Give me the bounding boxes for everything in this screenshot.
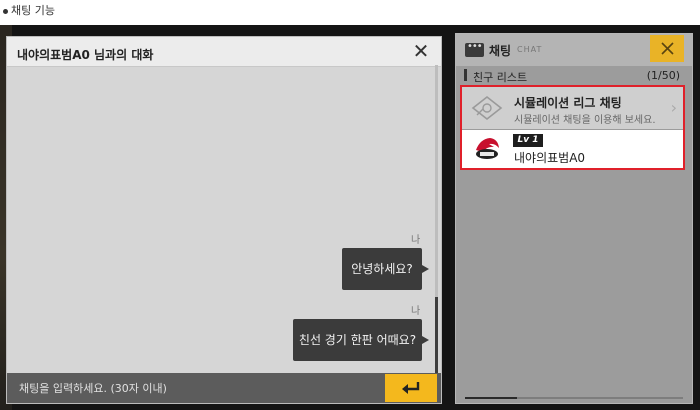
message-bubble: 친선 경기 한판 어때요? <box>293 319 429 361</box>
send-button[interactable] <box>385 374 437 402</box>
bullet-icon <box>3 8 8 14</box>
chat-header: 내야의표범A0 님과의 대화 ✕ <box>7 37 441 67</box>
baseball-diamond-icon <box>471 95 503 121</box>
friend-item[interactable]: Lv 1 내야의표범A0 <box>462 130 683 168</box>
side-subtitle: CHAT <box>517 45 543 54</box>
chat-side-panel: 채팅 CHAT 친구 리스트 (1/50) 시뮬레이션 리그 채팅 시뮬 <box>455 33 693 404</box>
chat-messages[interactable]: 나 안녕하세요? 나 친선 경기 한판 어때요? <box>7 68 441 373</box>
team-logo-icon <box>476 138 499 159</box>
friend-list-label: 친구 리스트 <box>473 71 528 84</box>
side-close-button[interactable] <box>650 35 684 62</box>
side-scroll-thumb[interactable] <box>465 397 517 399</box>
message-text: 안녕하세요? <box>351 262 413 276</box>
close-icon <box>661 42 674 55</box>
sim-chat-title: 시뮬레이션 리그 채팅 <box>514 96 622 110</box>
message-sender: 나 <box>411 235 421 246</box>
side-panel-header: 채팅 CHAT <box>456 34 692 66</box>
message-sender: 나 <box>411 306 421 317</box>
friend-count: (1/50) <box>646 69 680 82</box>
friend-list-header: 친구 리스트 (1/50) <box>456 66 692 86</box>
bubble-tail-icon <box>422 265 429 273</box>
caption-text: 채팅 기능 <box>11 4 55 17</box>
friend-name: 내야의표범A0 <box>514 151 586 165</box>
page: 채팅 기능 내야의표범A0 님과의 대화 ✕ 나 안녕하세요? 나 친선 경기 … <box>0 0 700 410</box>
close-icon[interactable]: ✕ <box>411 41 431 61</box>
enter-icon <box>402 382 420 394</box>
chat-scroll-thumb[interactable] <box>435 297 438 373</box>
chat-input[interactable] <box>7 373 382 403</box>
message-text: 친선 경기 한판 어때요? <box>298 333 417 347</box>
bubble-tail-icon <box>422 336 429 344</box>
chevron-right-icon: › <box>670 98 677 117</box>
level-badge: Lv 1 <box>513 134 543 147</box>
chat-input-bar <box>7 373 441 403</box>
side-title: 채팅 <box>489 44 512 58</box>
chat-title: 내야의표범A0 님과의 대화 <box>17 48 154 62</box>
friend-list: 시뮬레이션 리그 채팅 시뮬레이션 채팅을 이용해 보세요. › Lv 1 내야… <box>460 85 685 170</box>
caption: 채팅 기능 <box>3 4 55 18</box>
sim-chat-subtitle: 시뮬레이션 채팅을 이용해 보세요. <box>514 115 656 126</box>
message-bubble: 안녕하세요? <box>342 248 429 290</box>
sim-league-chat-item[interactable]: 시뮬레이션 리그 채팅 시뮬레이션 채팅을 이용해 보세요. › <box>462 87 683 129</box>
chat-bubble-icon <box>465 41 484 57</box>
section-marker <box>464 69 467 81</box>
chat-window: 내야의표범A0 님과의 대화 ✕ 나 안녕하세요? 나 친선 경기 한판 어때요… <box>6 36 442 404</box>
